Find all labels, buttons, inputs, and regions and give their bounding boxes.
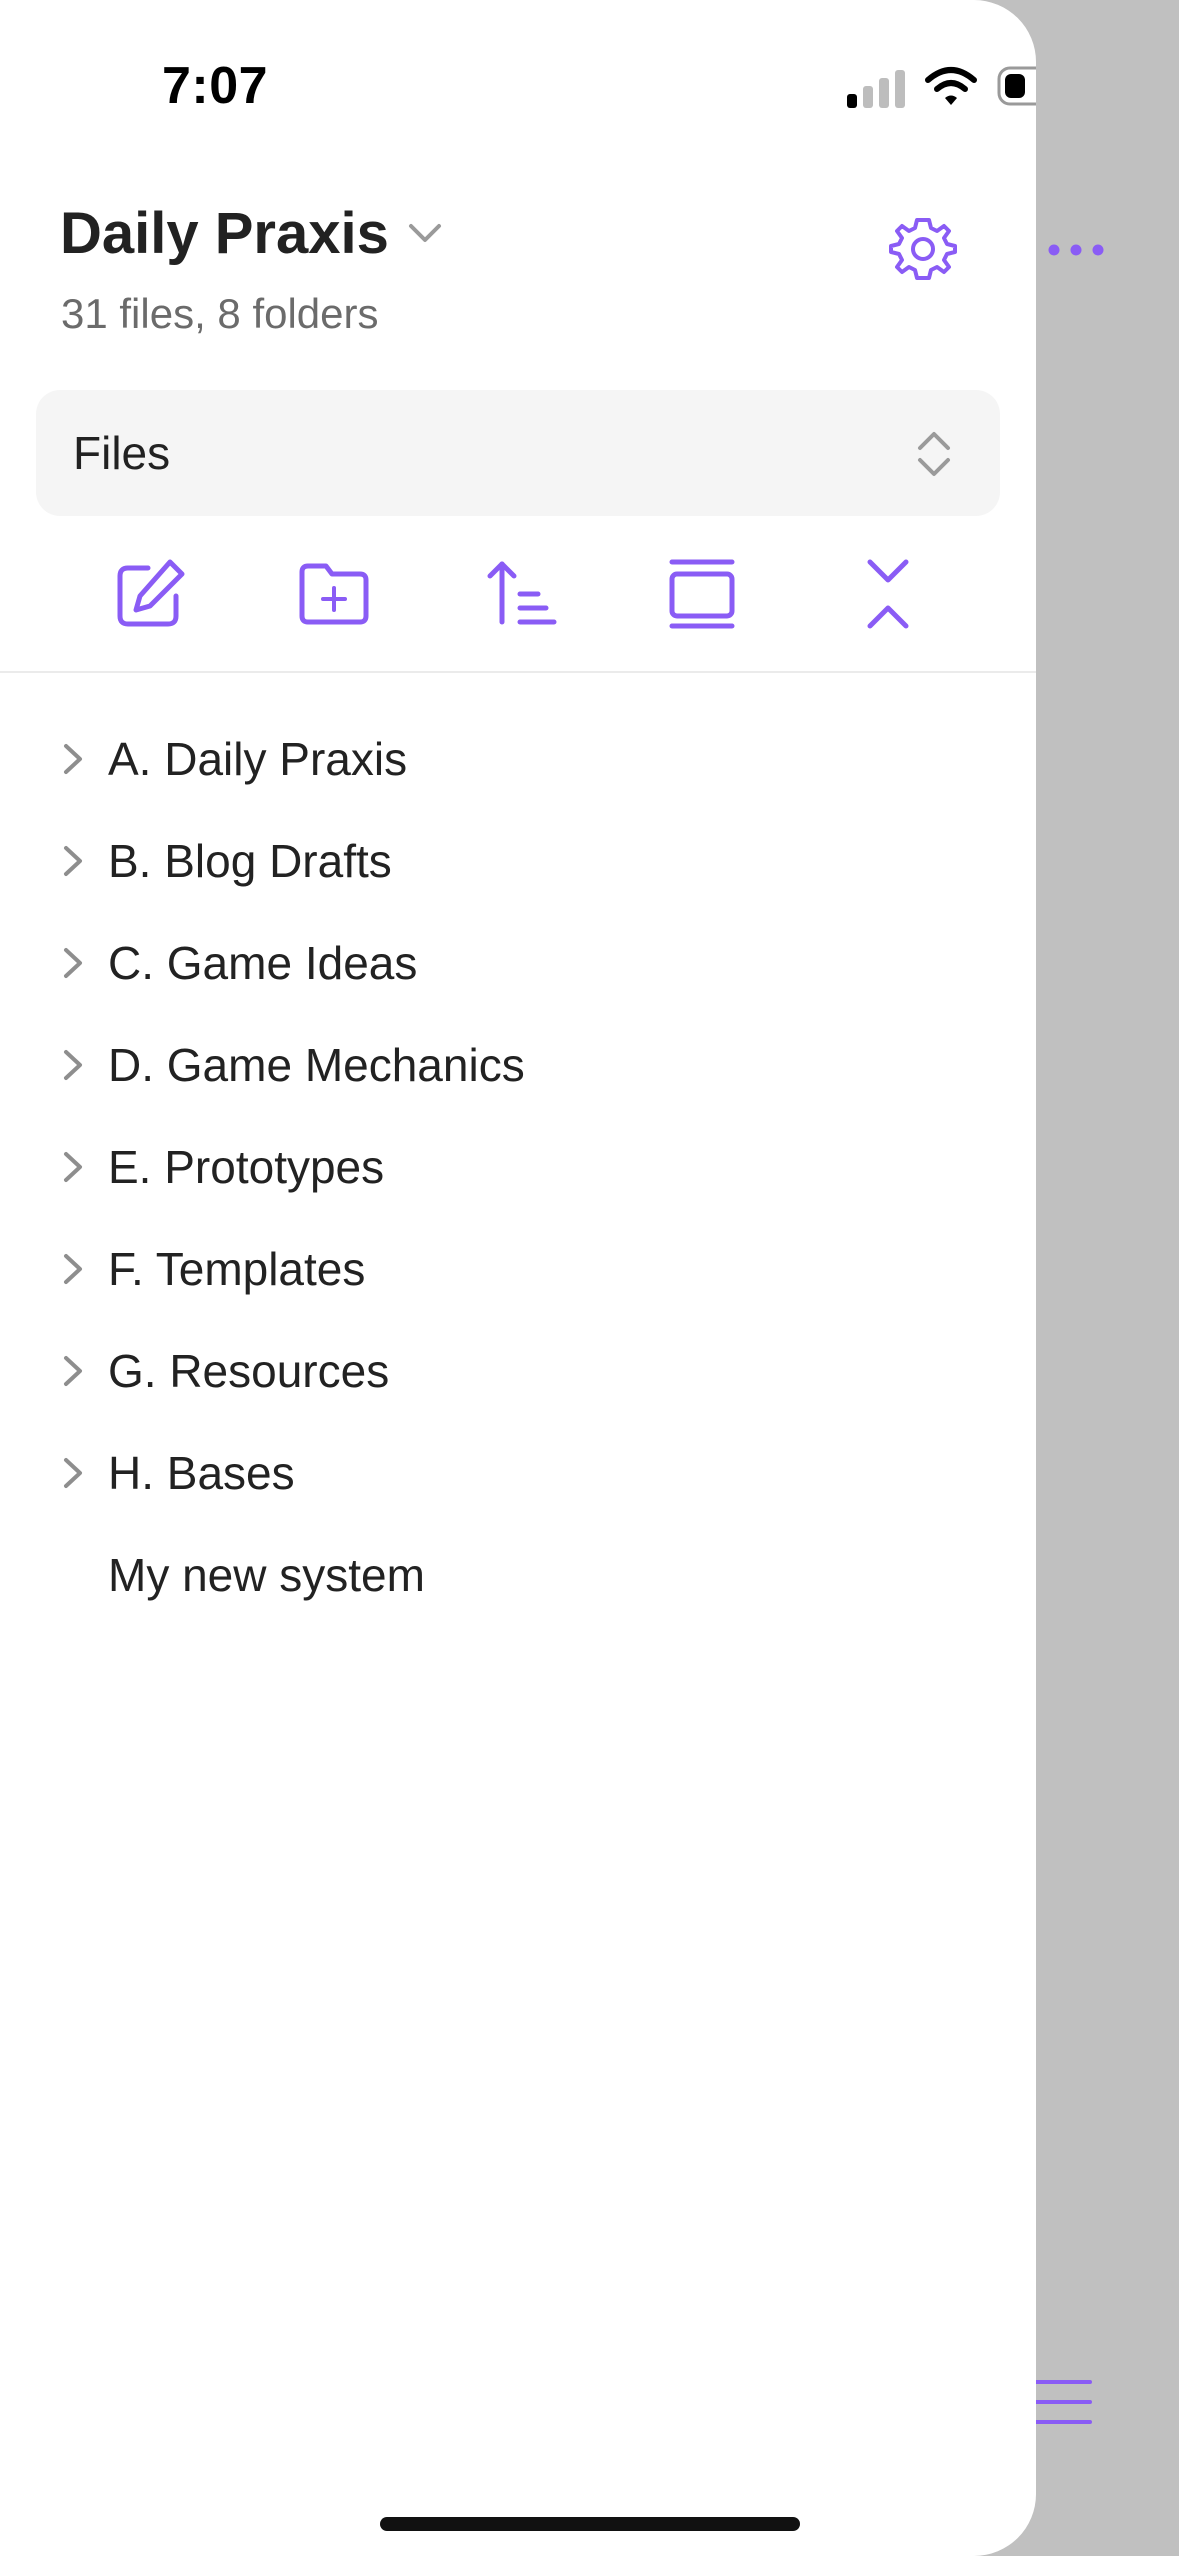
signal-bar bbox=[895, 70, 905, 108]
chevron-right-icon[interactable] bbox=[60, 1354, 86, 1388]
new-folder-icon[interactable] bbox=[296, 556, 372, 632]
folder-item[interactable]: G. Resources bbox=[0, 1320, 1036, 1422]
folder-label: G. Resources bbox=[108, 1345, 390, 1397]
folder-item[interactable]: A. Daily Praxis bbox=[0, 708, 1036, 810]
file-item[interactable]: My new system bbox=[0, 1524, 1036, 1626]
collapse-all-icon[interactable] bbox=[850, 556, 926, 632]
home-indicator bbox=[380, 2517, 800, 2531]
folder-label: H. Bases bbox=[108, 1447, 295, 1499]
vault-switcher[interactable]: Daily Praxis bbox=[60, 200, 445, 267]
folder-label: C. Game Ideas bbox=[108, 937, 418, 989]
signal-bar bbox=[847, 94, 857, 108]
folder-item[interactable]: H. Bases bbox=[0, 1422, 1036, 1524]
folder-label: A. Daily Praxis bbox=[108, 733, 408, 785]
chevron-right-icon[interactable] bbox=[60, 1456, 86, 1490]
menu-icon[interactable] bbox=[1034, 2378, 1092, 2426]
chevron-right-icon[interactable] bbox=[60, 844, 86, 878]
chevron-right-icon[interactable] bbox=[60, 1048, 86, 1082]
chevron-up-down-icon bbox=[918, 432, 950, 476]
signal-bar bbox=[863, 86, 873, 108]
chevron-down-icon bbox=[408, 223, 441, 242]
view-selector-label: Files bbox=[73, 427, 171, 479]
folder-item[interactable]: D. Game Mechanics bbox=[0, 1014, 1036, 1116]
file-explorer-drawer: 7:07 Daily Praxis 31 files, 8 folders Fi… bbox=[0, 0, 1036, 2556]
file-label: My new system bbox=[108, 1549, 425, 1601]
new-note-icon[interactable] bbox=[112, 556, 188, 632]
vault-stats: 31 files, 8 folders bbox=[61, 290, 379, 337]
folder-label: D. Game Mechanics bbox=[108, 1039, 525, 1091]
chevron-right-icon[interactable] bbox=[60, 946, 86, 980]
folder-label: B. Blog Drafts bbox=[108, 835, 392, 887]
folder-item[interactable]: B. Blog Drafts bbox=[0, 810, 1036, 912]
file-explorer-toolbar bbox=[0, 556, 1036, 666]
folder-item[interactable]: C. Game Ideas bbox=[0, 912, 1036, 1014]
sort-icon[interactable] bbox=[484, 556, 560, 632]
view-selector[interactable]: Files bbox=[36, 390, 1000, 516]
battery-icon bbox=[997, 66, 1036, 106]
vault-name: Daily Praxis bbox=[60, 201, 389, 266]
folder-item[interactable]: E. Prototypes bbox=[0, 1116, 1036, 1218]
gear-icon[interactable] bbox=[888, 214, 958, 284]
file-tree: A. Daily Praxis B. Blog Drafts C. Game I… bbox=[0, 708, 1036, 1626]
folder-label: E. Prototypes bbox=[108, 1141, 385, 1193]
auto-reveal-icon[interactable] bbox=[664, 556, 740, 632]
wifi-icon bbox=[925, 67, 977, 105]
folder-label: F. Templates bbox=[108, 1243, 366, 1295]
folder-item[interactable]: F. Templates bbox=[0, 1218, 1036, 1320]
chevron-right-icon[interactable] bbox=[60, 742, 86, 776]
signal-bar bbox=[879, 78, 889, 108]
chevron-right-icon[interactable] bbox=[60, 1252, 86, 1286]
cellular-signal-icon bbox=[847, 70, 905, 108]
more-icon[interactable] bbox=[1046, 236, 1106, 264]
toolbar-divider bbox=[0, 671, 1036, 673]
chevron-right-icon[interactable] bbox=[60, 1150, 86, 1184]
status-time: 7:07 bbox=[162, 57, 269, 115]
